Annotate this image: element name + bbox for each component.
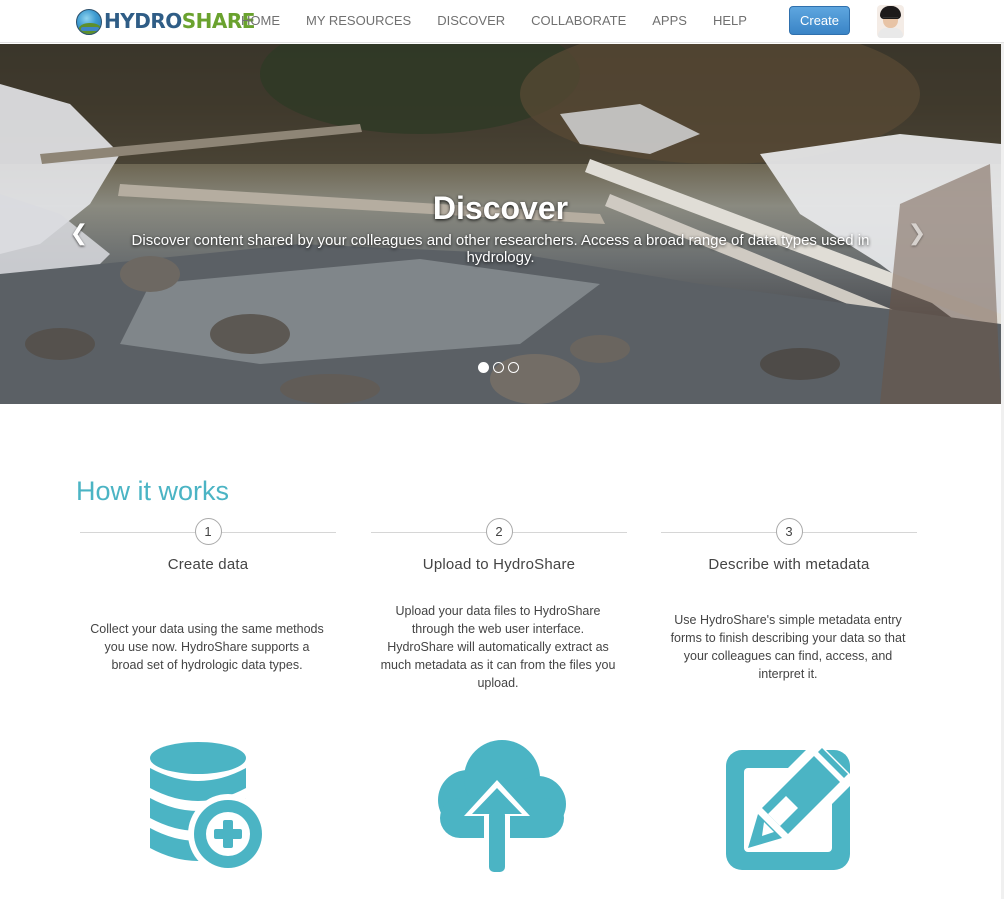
- hero-text: Discover content shared by your colleagu…: [131, 232, 870, 266]
- step-1: 1 Create data: [80, 518, 336, 575]
- carousel-indicator-1[interactable]: [478, 362, 489, 373]
- nav-discover[interactable]: DISCOVER: [424, 0, 518, 43]
- nav-home[interactable]: HOME: [228, 0, 293, 43]
- carousel-indicators: [478, 362, 519, 373]
- logo-text-hydro: HYDRO: [104, 9, 182, 33]
- step-1-description: Collect your data using the same methods…: [90, 622, 324, 672]
- database-plus-icon: [150, 742, 268, 874]
- nav-help[interactable]: HELP: [700, 0, 760, 43]
- nav-my-resources[interactable]: MY RESOURCES: [293, 0, 424, 43]
- user-avatar[interactable]: [877, 5, 904, 38]
- carousel-indicator-3[interactable]: [508, 362, 519, 373]
- step-2: 2 Upload to HydroShare: [371, 518, 627, 575]
- step-number: 2: [485, 518, 513, 545]
- hero-caption: Discover Discover content shared by your…: [0, 188, 1001, 266]
- step-title: Create data: [167, 556, 249, 573]
- step-3-description: Use HydroShare's simple metadata entry f…: [670, 613, 906, 681]
- hero-title: Discover: [432, 190, 569, 226]
- step-2-description: Upload your data files to HydroShare thr…: [380, 604, 616, 690]
- step-3: 3 Describe with metadata: [661, 518, 917, 575]
- globe-icon: [76, 8, 102, 35]
- step-title: Describe with metadata: [708, 556, 870, 573]
- how-it-works-title: How it works: [76, 476, 230, 506]
- edit-square-icon: [726, 740, 856, 870]
- main-nav: HOME MY RESOURCES DISCOVER COLLABORATE A…: [228, 0, 760, 43]
- create-button[interactable]: Create: [789, 6, 850, 35]
- carousel-indicator-2[interactable]: [493, 362, 504, 373]
- top-navbar: HYDROSHARE HOME MY RESOURCES DISCOVER CO…: [0, 0, 1004, 43]
- hero-carousel: ❮ ❯ Discover Discover content shared by …: [0, 44, 1001, 404]
- nav-apps[interactable]: APPS: [639, 0, 700, 43]
- step-title: Upload to HydroShare: [422, 556, 576, 573]
- cloud-upload-icon: [438, 740, 566, 874]
- nav-collaborate[interactable]: COLLABORATE: [518, 0, 639, 43]
- step-number: 1: [194, 518, 222, 545]
- step-number: 3: [775, 518, 803, 545]
